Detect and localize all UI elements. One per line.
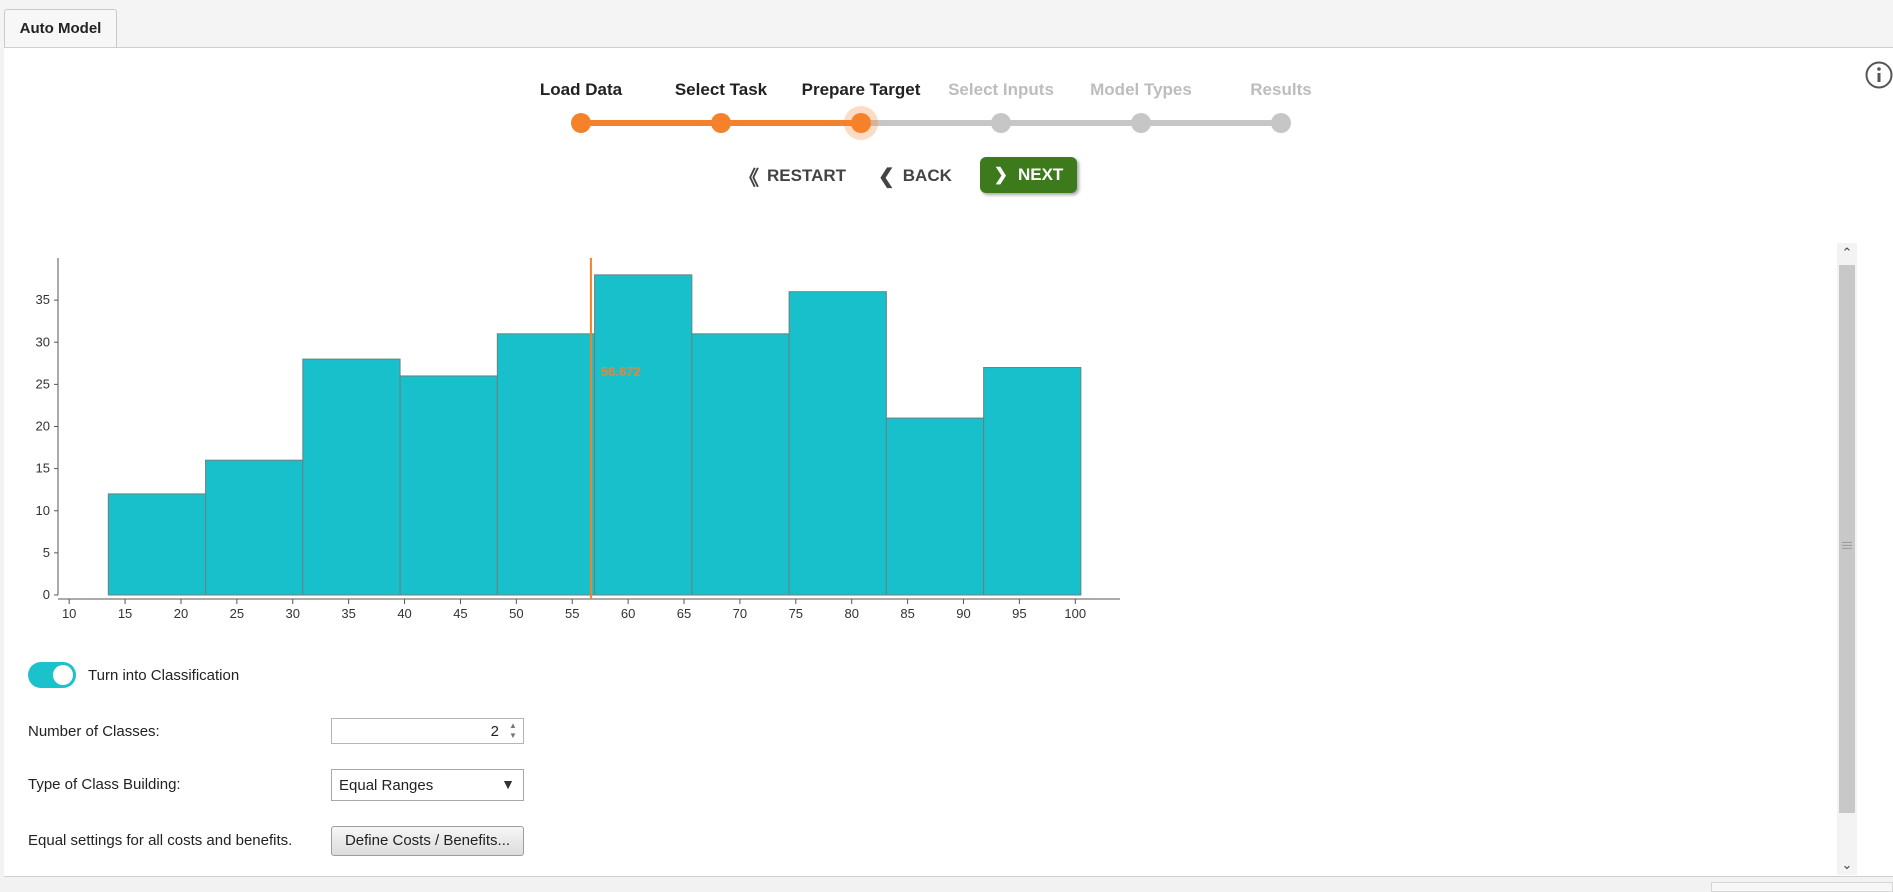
- step-model-types-label: Model Types: [1090, 80, 1192, 99]
- chevron-left-icon: ❮: [878, 165, 895, 188]
- step-select-inputs-dot[interactable]: [991, 113, 1011, 133]
- y-tick-label: 35: [36, 292, 50, 307]
- histogram-bar: [302, 358, 401, 596]
- class-building-value: Equal Ranges: [339, 777, 434, 794]
- y-tick-label: 5: [43, 545, 50, 560]
- x-tick-label: 50: [509, 606, 523, 621]
- x-tick-label: 70: [733, 606, 747, 621]
- y-tick-label: 15: [36, 461, 50, 476]
- histogram-bar: [885, 417, 985, 596]
- x-tick-label: 85: [900, 606, 914, 621]
- costs-benefits-label: Equal settings for all costs and benefit…: [28, 832, 293, 849]
- target-histogram-chart: 0 5 10 15 20 25 30 35 10 15 20 25 30 35 40 45 50 55 60 65 70…: [36, 258, 1120, 621]
- x-tick-label: 10: [62, 606, 76, 621]
- histogram-bar: [496, 333, 596, 596]
- x-tick-label: 90: [956, 606, 970, 621]
- x-tick-label: 65: [677, 606, 691, 621]
- wizard-steps: Load Data Select Task Prepare Target Sel…: [0, 0, 1893, 150]
- step-model-types-dot[interactable]: [1131, 113, 1151, 133]
- horizontal-scrollbar-stub[interactable]: [1711, 882, 1893, 892]
- step-results-dot[interactable]: [1271, 113, 1291, 133]
- step-results-label: Results: [1250, 80, 1312, 99]
- y-tick-label: 20: [36, 419, 50, 434]
- scroll-up-icon[interactable]: ⌃: [1837, 243, 1857, 263]
- next-label: NEXT: [1017, 165, 1064, 184]
- x-tick-label: 35: [341, 606, 355, 621]
- histogram-bar: [594, 274, 693, 596]
- scrollbar-thumb[interactable]: — — —: [1839, 265, 1855, 813]
- num-classes-label: Number of Classes:: [28, 723, 160, 740]
- step-select-inputs-label: Select Inputs: [948, 80, 1054, 99]
- x-tick-label: 30: [286, 606, 300, 621]
- double-chevron-left-icon: 《: [739, 167, 759, 190]
- step-select-task-label: Select Task: [674, 80, 768, 99]
- scrollbar-grip-icon: — — —: [1842, 537, 1852, 554]
- x-tick-label: 55: [565, 606, 579, 621]
- classification-toggle-label: Turn into Classification: [88, 667, 240, 684]
- classification-toggle[interactable]: [28, 662, 76, 688]
- num-classes-stepper[interactable]: 2 ▲ ▼: [331, 718, 524, 744]
- histogram-bar: [788, 291, 887, 596]
- y-tick-label: 10: [36, 503, 50, 518]
- y-tick-label: 0: [43, 587, 50, 602]
- back-label: BACK: [902, 166, 952, 185]
- class-building-label: Type of Class Building:: [28, 776, 181, 793]
- threshold-label: 56.672: [601, 364, 641, 379]
- define-costs-benefits-button[interactable]: Define Costs / Benefits...: [331, 826, 524, 856]
- histogram-bar: [107, 493, 207, 596]
- stepper-arrows-icon[interactable]: ▲ ▼: [505, 721, 521, 741]
- x-tick-label: 40: [397, 606, 411, 621]
- restart-button[interactable]: 《 RESTART: [739, 158, 846, 194]
- dropdown-caret-icon: ▼: [501, 776, 515, 792]
- y-tick-label: 25: [36, 376, 50, 391]
- x-tick-label: 15: [118, 606, 132, 621]
- x-tick-label: 25: [230, 606, 244, 621]
- scroll-down-icon[interactable]: ⌄: [1837, 855, 1857, 875]
- step-prepare-target-label: Prepare Target: [801, 80, 921, 99]
- x-tick-label: 75: [789, 606, 803, 621]
- step-prepare-target-dot[interactable]: [851, 113, 871, 133]
- step-load-data-dot[interactable]: [571, 113, 591, 133]
- restart-label: RESTART: [767, 166, 847, 185]
- num-classes-value: 2: [490, 723, 499, 740]
- x-tick-label: 20: [174, 606, 188, 621]
- vertical-scrollbar[interactable]: ⌃ — — — ⌄: [1837, 243, 1857, 875]
- next-button[interactable]: ❯ NEXT: [980, 157, 1077, 193]
- histogram-bar: [399, 375, 498, 596]
- x-tick-label: 45: [453, 606, 467, 621]
- histogram-bar: [691, 333, 790, 596]
- x-tick-label: 80: [844, 606, 858, 621]
- back-button[interactable]: ❮ BACK: [878, 158, 952, 194]
- chevron-right-icon: ❯: [993, 165, 1008, 184]
- histogram-bar: [983, 367, 1082, 596]
- x-tick-label: 95: [1012, 606, 1026, 621]
- progress-track-todo: [860, 120, 1280, 126]
- step-select-task-dot[interactable]: [711, 113, 731, 133]
- x-tick-label: 100: [1064, 606, 1086, 621]
- histogram-bar: [205, 459, 304, 596]
- y-tick-label: 30: [36, 334, 50, 349]
- step-load-data-label: Load Data: [539, 80, 623, 99]
- class-building-select[interactable]: Equal Ranges ▼: [331, 769, 524, 801]
- toggle-knob: [53, 665, 73, 685]
- x-tick-label: 60: [621, 606, 635, 621]
